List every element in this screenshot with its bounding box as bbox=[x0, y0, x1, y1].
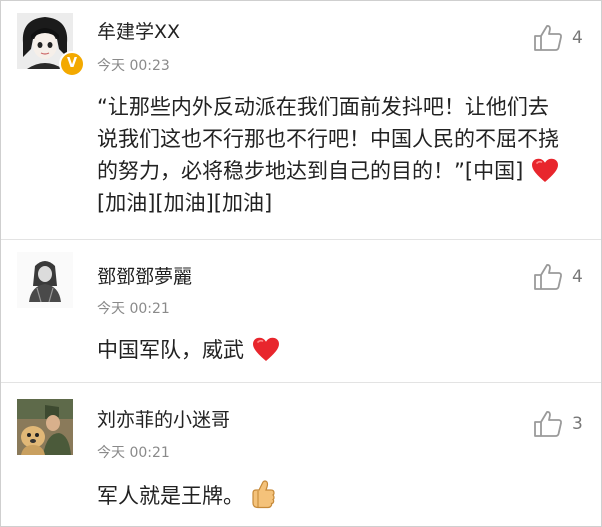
username[interactable]: 刘亦菲的小迷哥 bbox=[97, 405, 230, 432]
thumbs-up-outline-icon bbox=[534, 264, 562, 290]
username[interactable]: 牟建学XX bbox=[97, 17, 180, 44]
thumbs-up-emoji-icon bbox=[252, 480, 275, 509]
comment-text: 中国军队，威武 bbox=[97, 334, 567, 366]
thumbs-up-outline-icon bbox=[534, 411, 562, 437]
avatar-image bbox=[17, 399, 73, 455]
heart-emoji-icon bbox=[531, 158, 558, 182]
timestamp: 今天 00:23 bbox=[97, 58, 170, 74]
like-button[interactable]: 4 bbox=[533, 262, 583, 292]
timestamp: 今天 00:21 bbox=[97, 445, 170, 461]
avatar[interactable] bbox=[17, 399, 73, 455]
avatar[interactable] bbox=[17, 252, 73, 308]
timestamp: 今天 00:21 bbox=[97, 301, 170, 317]
comment-item: 鄧鄧鄧夢麗 今天 00:21 中国军队，威武 4 bbox=[1, 239, 601, 383]
comment-item: V 牟建学XX 今天 00:23 “让那些内外反动派在我们面前发抖吧！让他们去说… bbox=[1, 1, 601, 239]
comment-text-part: 中国军队，威武 bbox=[97, 338, 244, 362]
heart-emoji-icon bbox=[252, 337, 279, 361]
username[interactable]: 鄧鄧鄧夢麗 bbox=[97, 262, 192, 289]
like-count: 4 bbox=[572, 28, 583, 48]
like-count: 4 bbox=[572, 267, 583, 287]
comment-text-part: “让那些内外反动派在我们面前发抖吧！让他们去说我们这也不行那也不行吧！中国人民的… bbox=[97, 95, 559, 183]
avatar-image bbox=[17, 252, 73, 308]
comment-text: 军人就是王牌。 bbox=[97, 479, 567, 512]
comment-list: V 牟建学XX 今天 00:23 “让那些内外反动派在我们面前发抖吧！让他们去说… bbox=[0, 0, 602, 527]
like-button[interactable]: 3 bbox=[533, 409, 583, 439]
like-button[interactable]: 4 bbox=[533, 23, 583, 53]
comment-item: 刘亦菲的小迷哥 今天 00:21 军人就是王牌。 3 bbox=[1, 382, 601, 526]
comment-text: “让那些内外反动派在我们面前发抖吧！让他们去说我们这也不行那也不行吧！中国人民的… bbox=[97, 91, 567, 219]
comment-text-part: [加油][加油][加油] bbox=[97, 191, 273, 215]
comment-text-part: 军人就是王牌。 bbox=[97, 484, 244, 508]
like-count: 3 bbox=[572, 414, 583, 434]
verified-badge-icon: V bbox=[59, 51, 85, 77]
thumbs-up-outline-icon bbox=[534, 25, 562, 51]
